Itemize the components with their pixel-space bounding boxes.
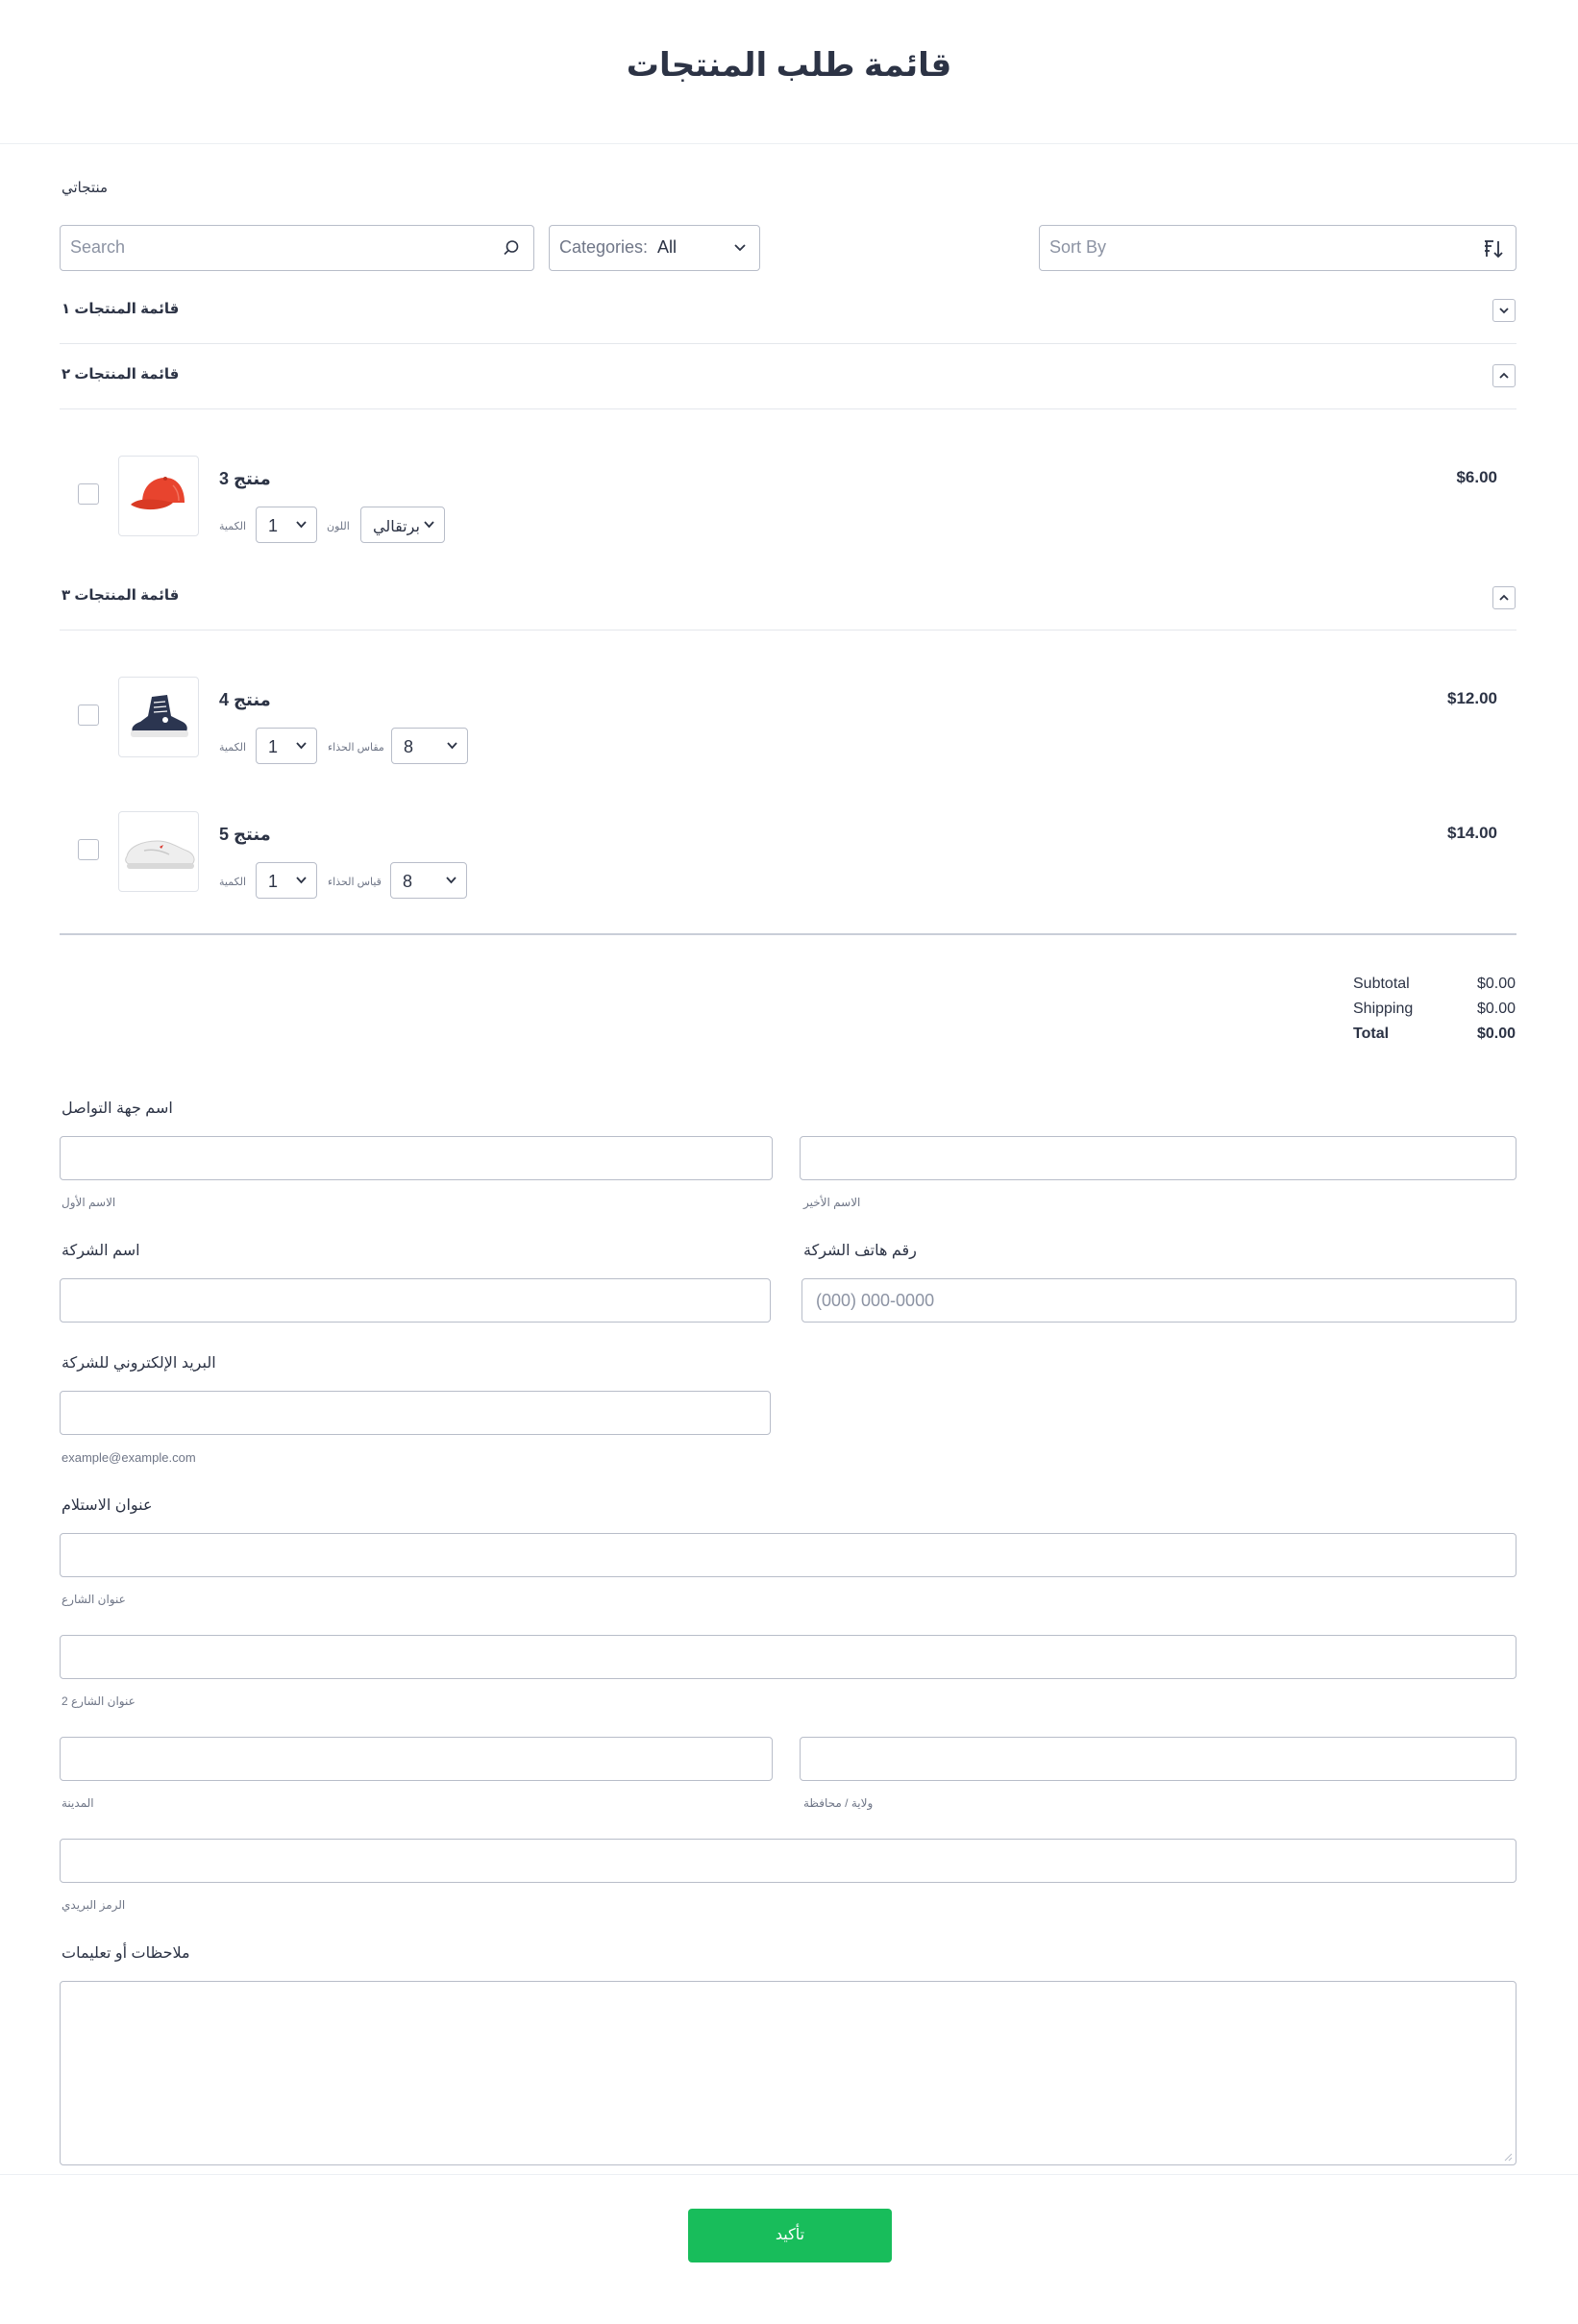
first-name-sublabel: الاسم الأول [62,1196,116,1209]
chevron-up-icon [1499,594,1509,601]
submit-button[interactable]: تأكيد [688,2209,892,2262]
chevron-down-icon [734,244,746,252]
products-label: منتجاتي [62,180,109,196]
category-title-2: قائمة المنتجات ٢ [62,366,180,383]
chevron-up-icon [1499,372,1509,379]
categories-value: All [657,237,678,257]
categories-prefix: Categories: [559,237,649,257]
option-label: قياس الحذاء [328,877,382,888]
chevron-down-icon [424,521,434,529]
page-title: قائمة طلب المنتجات [626,47,952,84]
zip-sublabel: الرمز البريدي [62,1898,126,1912]
divider [60,408,1516,409]
product-checkbox-4[interactable] [78,705,99,726]
search-placeholder: Search [70,237,126,257]
chevron-down-icon [447,742,457,750]
quantity-select[interactable]: 1 [256,507,317,543]
footer-divider [0,2174,1578,2175]
chevron-down-icon [1499,308,1509,314]
product-checkbox-5[interactable] [78,839,99,860]
company-phone-input[interactable]: (000) 000-0000 [801,1278,1516,1323]
state-sublabel: ولاية / محافظة [803,1796,874,1810]
category-title-3: قائمة المنتجات ٣ [62,587,180,604]
notes-textarea[interactable] [60,1981,1516,2165]
option-label: اللون [327,521,350,532]
notes-label: ملاحظات أو تعليمات [62,1945,190,1962]
last-name-sublabel: الاسم الأخير [803,1196,861,1209]
form-header: قائمة طلب المنتجات [0,0,1578,144]
quantity-value: 1 [268,737,279,756]
street-address-2-input[interactable] [60,1635,1516,1679]
quantity-select[interactable]: 1 [256,862,317,899]
shipping-value: $0.00 [1476,1001,1516,1017]
street-address-2-sublabel: عنوان الشارع 2 [62,1694,136,1708]
product-image-navy-sneaker [118,677,199,757]
resize-handle-icon [1504,2153,1513,2162]
sort-placeholder: Sort By [1049,237,1107,257]
divider [60,933,1516,935]
color-select[interactable]: برتقالي [360,507,445,543]
shipping-label: Shipping [1353,1001,1414,1017]
last-name-input[interactable] [800,1136,1516,1180]
search-icon [504,240,519,256]
product-name-4: منتج 4 [219,690,271,709]
product-price-3: $6.00 [1456,468,1497,486]
categories-select[interactable]: Categories: All [549,225,760,271]
company-email-input[interactable] [60,1391,771,1435]
subtotal-value: $0.00 [1476,976,1516,992]
pickup-address-label: عنوان الاستلام [62,1497,153,1514]
email-sublabel: example@example.com [62,1450,196,1465]
product-image-red-cap [118,456,199,536]
company-name-input[interactable] [60,1278,771,1323]
category-toggle-1[interactable] [1492,299,1516,322]
shoe-size-select[interactable]: 8 [391,728,468,764]
color-value: برتقالي [373,519,420,535]
product-image-white-shoe [118,811,199,892]
shoe-size-select[interactable]: 8 [390,862,467,899]
product-price-4: $12.00 [1447,689,1497,707]
contact-name-label: اسم جهة التواصل [62,1100,173,1117]
company-name-label: اسم الشركة [62,1243,140,1259]
category-toggle-3[interactable] [1492,586,1516,609]
city-input[interactable] [60,1737,773,1781]
category-title-1: قائمة المنتجات ١ [62,301,180,317]
divider [60,343,1516,344]
qty-label: الكمية [219,742,247,754]
first-name-input[interactable] [60,1136,773,1180]
zip-input[interactable] [60,1839,1516,1883]
shoe-size-value: 8 [403,872,413,891]
total-label: Total [1353,1026,1390,1042]
total-value: $0.00 [1476,1026,1516,1042]
company-email-label: البريد الإلكتروني للشركة [62,1355,216,1372]
chevron-down-icon [446,877,456,884]
street-address-input[interactable] [60,1533,1516,1577]
option-label: مقاس الحذاء [328,742,384,754]
category-toggle-2[interactable] [1492,364,1516,387]
quantity-select[interactable]: 1 [256,728,317,764]
street-address-sublabel: عنوان الشارع [62,1593,126,1606]
company-phone-label: رقم هاتف الشركة [803,1243,917,1259]
city-sublabel: المدينة [62,1796,94,1810]
sort-icon [1485,240,1503,259]
quantity-value: 1 [268,872,279,891]
qty-label: الكمية [219,521,247,532]
chevron-down-icon [296,521,307,529]
qty-label: الكمية [219,877,247,888]
chevron-down-icon [296,877,307,884]
product-name-3: منتج 3 [219,469,271,488]
quantity-value: 1 [268,516,279,535]
subtotal-label: Subtotal [1353,976,1410,992]
search-input[interactable]: Search [60,225,534,271]
sort-select[interactable]: Sort By [1039,225,1516,271]
phone-placeholder: (000) 000-0000 [816,1291,935,1310]
product-checkbox-3[interactable] [78,483,99,505]
chevron-down-icon [296,742,307,750]
shoe-size-value: 8 [404,737,414,756]
product-price-5: $14.00 [1447,824,1497,842]
product-name-5: منتج 5 [219,825,271,844]
state-input[interactable] [800,1737,1516,1781]
